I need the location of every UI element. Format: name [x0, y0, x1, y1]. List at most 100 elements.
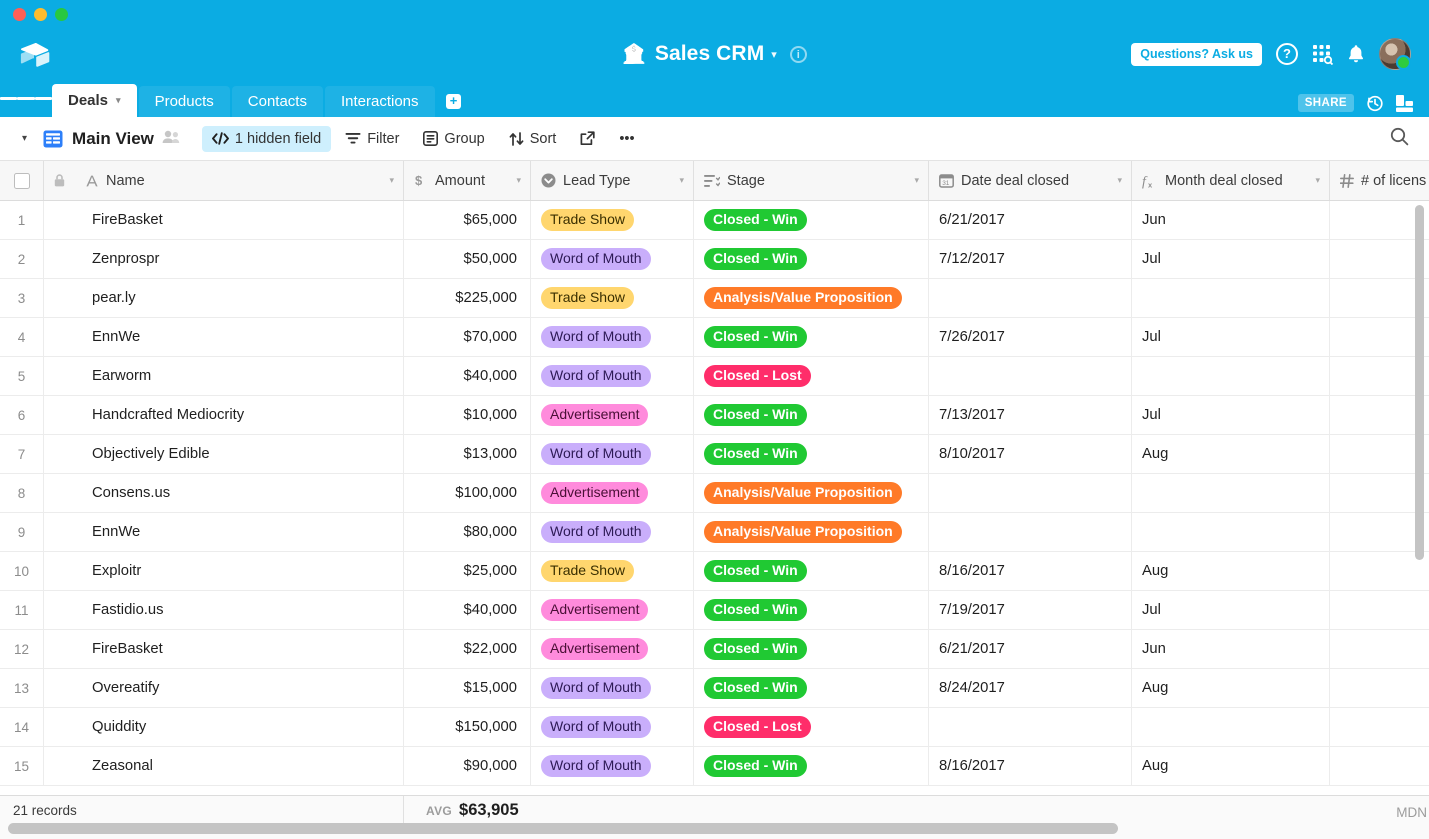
cell-lead-type[interactable]: Trade Show	[531, 552, 694, 590]
table-row[interactable]: 13 Overeatify $15,000 Word of Mouth Closed -…	[0, 669, 1429, 708]
zoom-window-button[interactable]	[55, 7, 68, 21]
cell-amount[interactable]: $65,000	[404, 201, 531, 239]
close-window-button[interactable]	[13, 7, 26, 21]
cell-date-closed[interactable]: 8/10/2017	[929, 435, 1132, 473]
cell-lead-type[interactable]: Word of Mouth	[531, 669, 694, 707]
cell-amount[interactable]: $70,000	[404, 318, 531, 356]
cell-amount[interactable]: $15,000	[404, 669, 531, 707]
right-summary-label[interactable]: MDN	[1396, 796, 1429, 820]
minimize-window-button[interactable]	[34, 7, 47, 21]
cell-date-closed[interactable]	[929, 708, 1132, 746]
group-button[interactable]: Group	[413, 126, 494, 152]
tab-deals[interactable]: Deals ▾	[52, 84, 137, 117]
apps-search-icon[interactable]	[1312, 44, 1333, 65]
help-icon[interactable]: ?	[1276, 43, 1298, 65]
cell-month-closed[interactable]: Aug	[1132, 435, 1330, 473]
row-number[interactable]: 4	[0, 318, 44, 356]
cell-amount[interactable]: $40,000	[404, 591, 531, 629]
horizontal-scrollbar-track[interactable]	[0, 823, 1429, 834]
checkbox-icon[interactable]	[13, 172, 30, 189]
hidden-fields-button[interactable]: 1 hidden field	[201, 125, 332, 152]
cell-name[interactable]: Exploitr	[44, 552, 404, 590]
cell-lead-type[interactable]: Advertisement	[531, 630, 694, 668]
cell-month-closed[interactable]: Jul	[1132, 591, 1330, 629]
collaborators-icon[interactable]	[162, 130, 180, 147]
cell-stage[interactable]: Closed - Win	[694, 591, 929, 629]
cell-date-closed[interactable]	[929, 279, 1132, 317]
cell-licenses[interactable]	[1330, 552, 1429, 590]
more-options-button[interactable]: •••	[609, 126, 644, 152]
history-clock-icon[interactable]	[1366, 94, 1384, 112]
cell-stage[interactable]: Closed - Win	[694, 396, 929, 434]
cell-name[interactable]: Zeasonal	[44, 747, 404, 785]
base-name[interactable]: Sales CRM	[655, 42, 764, 66]
row-number[interactable]: 10	[0, 552, 44, 590]
cell-lead-type[interactable]: Trade Show	[531, 279, 694, 317]
table-row[interactable]: 3 pear.ly $225,000 Trade Show Analysis/Value…	[0, 279, 1429, 318]
cell-stage[interactable]: Closed - Lost	[694, 357, 929, 395]
row-number[interactable]: 9	[0, 513, 44, 551]
column-header-licenses[interactable]: # of licens	[1330, 161, 1429, 200]
cell-stage[interactable]: Closed - Win	[694, 435, 929, 473]
cell-stage[interactable]: Analysis/Value Proposition	[694, 474, 929, 512]
cell-name[interactable]: EnnWe	[44, 513, 404, 551]
add-table-button[interactable]: +	[441, 86, 467, 117]
vertical-scrollbar[interactable]	[1415, 205, 1424, 560]
column-header-amount[interactable]: $ Amount ▾	[404, 161, 531, 200]
filter-button[interactable]: Filter	[335, 126, 409, 152]
cell-month-closed[interactable]	[1132, 708, 1330, 746]
chevron-down-icon[interactable]: ▾	[116, 95, 121, 106]
cell-date-closed[interactable]: 8/24/2017	[929, 669, 1132, 707]
cell-stage[interactable]: Closed - Lost	[694, 708, 929, 746]
cell-name[interactable]: pear.ly	[44, 279, 404, 317]
table-row[interactable]: 7 Objectively Edible $13,000 Word of Mouth C…	[0, 435, 1429, 474]
cell-licenses[interactable]	[1330, 747, 1429, 785]
row-number[interactable]: 3	[0, 279, 44, 317]
cell-licenses[interactable]	[1330, 630, 1429, 668]
table-row[interactable]: 2 Zenprospr $50,000 Word of Mouth Closed - W…	[0, 240, 1429, 279]
cell-lead-type[interactable]: Advertisement	[531, 474, 694, 512]
cell-month-closed[interactable]: Jul	[1132, 240, 1330, 278]
cell-amount[interactable]: $90,000	[404, 747, 531, 785]
column-header-name[interactable]: Name ▾	[75, 161, 404, 200]
table-row[interactable]: 9 EnnWe $80,000 Word of Mouth Analysis/Value…	[0, 513, 1429, 552]
row-number[interactable]: 8	[0, 474, 44, 512]
cell-name[interactable]: Consens.us	[44, 474, 404, 512]
cell-stage[interactable]: Closed - Win	[694, 318, 929, 356]
cell-licenses[interactable]	[1330, 708, 1429, 746]
cell-amount[interactable]: $25,000	[404, 552, 531, 590]
chevron-down-icon[interactable]: ▾	[1315, 175, 1320, 186]
cell-amount[interactable]: $80,000	[404, 513, 531, 551]
cell-name[interactable]: FireBasket	[44, 630, 404, 668]
cell-name[interactable]: EnnWe	[44, 318, 404, 356]
cell-date-closed[interactable]: 7/12/2017	[929, 240, 1132, 278]
blocks-icon[interactable]	[1396, 94, 1413, 112]
column-header-lead-type[interactable]: Lead Type ▾	[531, 161, 694, 200]
share-button[interactable]: SHARE	[1297, 94, 1354, 112]
table-row[interactable]: 8 Consens.us $100,000 Advertisement Analysis…	[0, 474, 1429, 513]
tab-interactions[interactable]: Interactions	[324, 86, 435, 117]
cell-stage[interactable]: Closed - Win	[694, 669, 929, 707]
cell-date-closed[interactable]: 8/16/2017	[929, 747, 1132, 785]
cell-name[interactable]: Zenprospr	[44, 240, 404, 278]
cell-lead-type[interactable]: Word of Mouth	[531, 240, 694, 278]
cell-lead-type[interactable]: Word of Mouth	[531, 747, 694, 785]
chevron-down-icon[interactable]: ▾	[389, 175, 394, 186]
cell-amount[interactable]: $225,000	[404, 279, 531, 317]
cell-amount[interactable]: $40,000	[404, 357, 531, 395]
cell-date-closed[interactable]	[929, 513, 1132, 551]
cell-name[interactable]: Quiddity	[44, 708, 404, 746]
cell-month-closed[interactable]: Aug	[1132, 669, 1330, 707]
row-number[interactable]: 1	[0, 201, 44, 239]
row-number[interactable]: 14	[0, 708, 44, 746]
cell-name[interactable]: FireBasket	[44, 201, 404, 239]
cell-lead-type[interactable]: Word of Mouth	[531, 513, 694, 551]
row-number[interactable]: 7	[0, 435, 44, 473]
cell-licenses[interactable]	[1330, 591, 1429, 629]
ask-us-button[interactable]: Questions? Ask us	[1131, 42, 1262, 66]
cell-amount[interactable]: $10,000	[404, 396, 531, 434]
avatar[interactable]	[1379, 38, 1411, 70]
cell-month-closed[interactable]: Aug	[1132, 552, 1330, 590]
cell-amount[interactable]: $22,000	[404, 630, 531, 668]
select-all-header[interactable]	[0, 161, 44, 200]
